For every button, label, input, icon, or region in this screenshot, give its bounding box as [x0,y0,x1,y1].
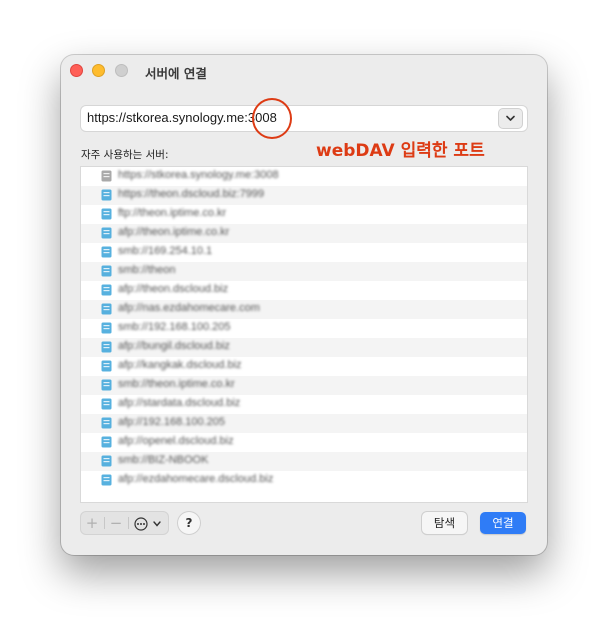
port-highlight-circle [252,98,292,139]
server-address: smb://theon.iptime.co.kr [118,378,235,390]
network-server-icon [101,436,112,448]
server-list-item[interactable]: afp://stardata.dscloud.biz [81,395,527,414]
action-menu-button[interactable] [129,512,167,534]
server-list-item[interactable]: afp://openel.dscloud.biz [81,433,527,452]
server-address: https://theon.dscloud.biz:7999 [118,188,265,200]
server-address: afp://theon.dscloud.biz [118,283,229,295]
favorite-servers-label: 자주 사용하는 서버: [81,149,169,161]
chevron-down-icon [153,521,161,527]
server-list-item[interactable]: afp://192.168.100.205 [81,414,527,433]
network-server-icon [101,379,112,391]
recent-servers-dropdown[interactable] [499,109,522,128]
remove-server-button[interactable]: − [105,512,127,534]
more-options-icon [134,517,148,531]
network-server-icon [101,360,112,372]
server-list-item[interactable]: afp://theon.dscloud.biz [81,281,527,300]
server-list-controls: + − [81,512,168,534]
port-annotation: webDAV 입력한 포트 [316,141,485,161]
network-server-icon [101,208,112,220]
server-address: afp://nas.ezdahomecare.com [118,302,260,314]
server-address: smb://theon [118,264,176,276]
server-address: smb://192.168.100.205 [118,321,231,333]
close-window-button[interactable] [70,64,83,77]
server-list-item[interactable]: https://theon.dscloud.biz:7999 [81,186,527,205]
network-server-icon [101,189,112,201]
favorite-servers-list[interactable]: https://stkorea.synology.me:3008 https://… [81,167,527,502]
server-list-item[interactable]: afp://ezdahomecare.dscloud.biz [81,471,527,490]
network-server-icon [101,398,112,410]
server-list-item[interactable]: afp://kangkak.dscloud.biz [81,357,527,376]
network-server-icon [101,284,112,296]
connect-button[interactable]: 연결 [480,512,526,534]
server-list-item[interactable]: ftp://theon.iptime.co.kr [81,205,527,224]
server-address: ftp://theon.iptime.co.kr [118,207,227,219]
server-list-item[interactable]: https://stkorea.synology.me:3008 [81,167,527,186]
server-list-item[interactable]: afp://nas.ezdahomecare.com [81,300,527,319]
connect-to-server-window: 서버에 연결 https://stkorea.synology.me:3008 … [61,55,547,555]
network-server-icon [101,322,112,334]
server-address: afp://stardata.dscloud.biz [118,397,241,409]
server-list-item[interactable]: afp://theon.iptime.co.kr [81,224,527,243]
network-server-icon [101,303,112,315]
network-server-icon [101,474,112,486]
network-server-icon [101,455,112,467]
server-address-field[interactable]: https://stkorea.synology.me:3008 [81,106,527,131]
network-server-icon [101,265,112,277]
server-address: afp://openel.dscloud.biz [118,435,234,447]
network-server-icon [101,417,112,429]
server-address-text[interactable]: https://stkorea.synology.me:3008 [87,110,277,125]
server-address: afp://bungil.dscloud.biz [118,340,230,352]
server-address: afp://kangkak.dscloud.biz [118,359,242,371]
server-list-item[interactable]: smb://theon.iptime.co.kr [81,376,527,395]
minimize-window-button[interactable] [92,64,105,77]
web-server-icon [101,170,112,182]
zoom-window-button[interactable] [115,64,128,77]
browse-button[interactable]: 탐색 [422,512,467,534]
chevron-down-icon [506,115,515,121]
server-list-item[interactable]: smb://192.168.100.205 [81,319,527,338]
help-button[interactable]: ? [178,512,200,534]
server-list-item[interactable]: smb://BIZ-NBOOK [81,452,527,471]
server-list-item[interactable]: afp://bungil.dscloud.biz [81,338,527,357]
server-list-item[interactable]: smb://169.254.10.1 [81,243,527,262]
server-address: afp://192.168.100.205 [118,416,226,428]
window-title: 서버에 연결 [145,66,207,81]
server-address: afp://theon.iptime.co.kr [118,226,230,238]
server-address: smb://BIZ-NBOOK [118,454,209,466]
server-list-item[interactable]: smb://theon [81,262,527,281]
titlebar: 서버에 연결 [61,55,547,87]
server-address: https://stkorea.synology.me:3008 [118,169,279,181]
network-server-icon [101,341,112,353]
server-address: smb://169.254.10.1 [118,245,213,257]
server-address-prefix: https://stkorea.synology.me: [87,110,248,125]
network-server-icon [101,246,112,258]
add-server-button[interactable]: + [81,512,103,534]
server-address: afp://ezdahomecare.dscloud.biz [118,473,274,485]
network-server-icon [101,227,112,239]
